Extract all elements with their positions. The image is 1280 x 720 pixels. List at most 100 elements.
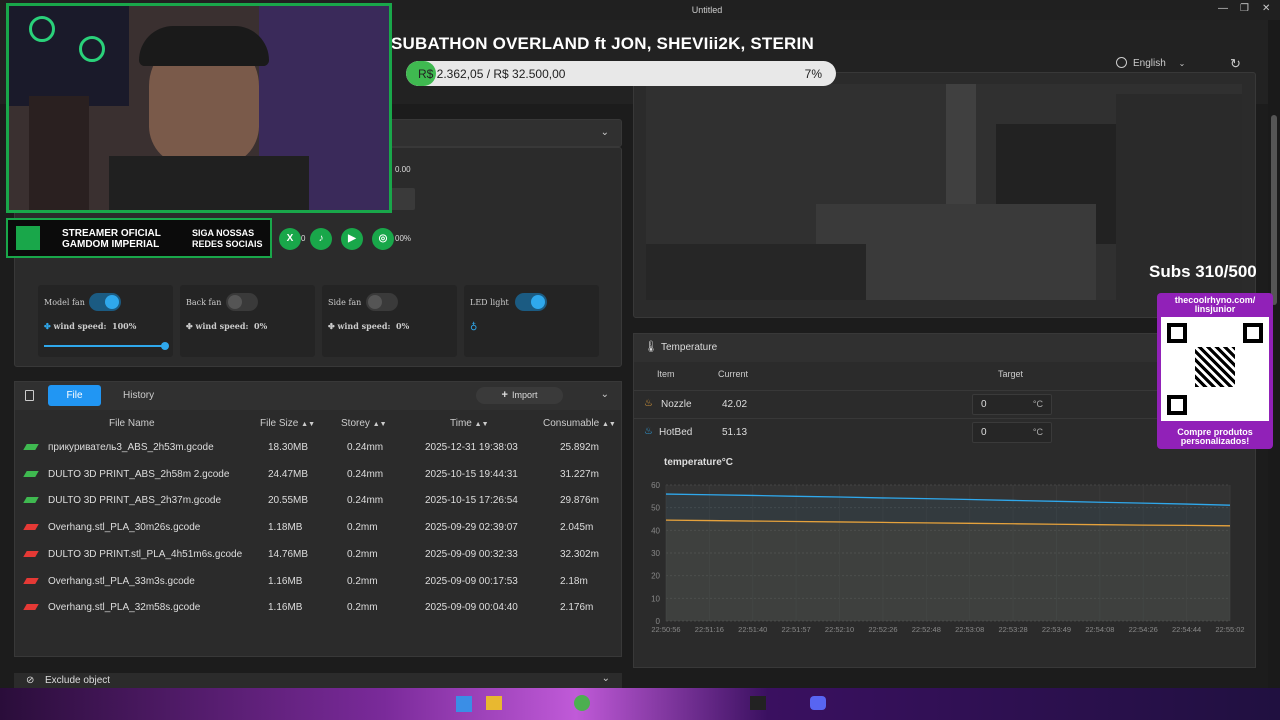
x-tick-label: 22:52:26	[868, 625, 897, 634]
x-tick-label: 22:53:28	[998, 625, 1027, 634]
x-icon: X	[279, 228, 301, 250]
instagram-icon: ◎	[372, 228, 394, 250]
file-time: 2025-10-15 19:44:31	[425, 468, 518, 480]
led-light-card: LED light ♁	[464, 285, 599, 357]
sort-icon: ▲▼	[372, 421, 387, 428]
column-item: Item	[657, 369, 675, 379]
file-size: 24.47MB	[268, 468, 309, 480]
y-tick-label: 20	[651, 572, 660, 581]
y-tick-label: 50	[651, 504, 660, 513]
chevron-down-icon[interactable]: ⌄	[601, 127, 609, 138]
file-storey: 0.2mm	[347, 548, 378, 560]
file-storey: 0.24mm	[347, 468, 384, 480]
refresh-icon[interactable]: ↻	[1230, 56, 1241, 72]
banner-line-2: GAMDOM IMPERIAL	[62, 239, 160, 250]
file-size: 1.18MB	[268, 522, 303, 534]
banner-line-4: REDES SOCIAIS	[192, 239, 263, 249]
close-button[interactable]: ✕	[1262, 3, 1270, 14]
chevron-down-icon[interactable]: ⌄	[602, 673, 610, 684]
chevron-down-icon[interactable]: ⌄	[601, 389, 609, 400]
scrollbar-thumb[interactable]	[1271, 115, 1277, 305]
file-name: DULTO 3D PRINT.stl_PLA_4h51m6s.gcode	[48, 548, 243, 560]
model-fan-slider[interactable]	[44, 342, 169, 350]
exclude-object-bar[interactable]: ⊘ Exclude object ⌄	[14, 673, 622, 688]
back-fan-toggle[interactable]	[226, 293, 258, 311]
fan-icon: ✤	[186, 321, 193, 331]
browser-icon[interactable]	[574, 695, 590, 711]
qr-code-icon	[1161, 317, 1269, 421]
tab-file[interactable]: File	[48, 385, 101, 406]
webcam-feed	[6, 3, 392, 213]
led-light-toggle[interactable]	[515, 293, 547, 311]
partial-value-3: 00%	[395, 234, 412, 243]
sort-icon: ▲▼	[601, 421, 616, 428]
language-selector[interactable]: English ⌄	[1116, 57, 1185, 69]
windows-start-icon[interactable]	[456, 696, 472, 712]
back-fan-card: Back fan ✤ wind speed: 0%	[180, 285, 315, 357]
x-tick-label: 22:53:49	[1042, 625, 1071, 634]
table-row[interactable]: Overhang.stl_PLA_30m26s.gcode 1.18MB 0.2mm…	[15, 516, 621, 543]
temperature-title: Temperature	[661, 342, 718, 353]
table-row[interactable]: DULTO 3D PRINT_ABS_2h37m.gcode 20.55MB 0.2…	[15, 489, 621, 516]
file-storey: 0.24mm	[347, 442, 384, 453]
file-consumable: 31.227m	[560, 468, 599, 480]
explorer-icon[interactable]	[486, 696, 502, 710]
x-tick-label: 22:51:16	[695, 625, 724, 634]
chart-title: temperature°C	[664, 457, 733, 468]
file-consumable: 29.876m	[560, 495, 599, 507]
table-row[interactable]: Overhang.stl_PLA_33m3s.gcode 1.16MB 0.2mm 2…	[15, 570, 621, 597]
side-fan-toggle[interactable]	[366, 293, 398, 311]
slider-handle[interactable]	[161, 342, 169, 350]
column-header-time[interactable]: Time ▲▼	[450, 418, 489, 429]
hotbed-target-input[interactable]: 0 °C	[972, 422, 1052, 443]
minimize-button[interactable]: —	[1218, 3, 1228, 14]
exclude-icon: ⊘	[26, 675, 35, 686]
fan-icon: ✤	[328, 321, 335, 331]
file-storey: 0.2mm	[347, 575, 378, 587]
column-current: Current	[718, 369, 749, 379]
nozzle-label: Nozzle	[661, 399, 692, 410]
nozzle-current: 42.02	[722, 399, 748, 410]
file-size: 14.76MB	[268, 548, 309, 560]
nozzle-target-input[interactable]: 0 °C	[972, 394, 1052, 415]
file-storey: 0.24mm	[347, 495, 384, 507]
maximize-button[interactable]: ❐	[1240, 3, 1249, 14]
thermometer-icon: 🌡	[644, 341, 658, 353]
terminal-icon[interactable]	[750, 696, 766, 710]
table-row[interactable]: DULTO 3D PRINT_ABS_2h58m 2.gcode 24.47MB 0…	[15, 463, 621, 490]
gcode-file-icon	[23, 470, 39, 477]
column-header-consumable[interactable]: Consumable ▲▼	[543, 418, 616, 429]
column-header-name[interactable]: File Name	[109, 418, 155, 429]
wind-speed-readout: ✤ wind speed: 0%	[328, 321, 410, 331]
file-time: 2025-10-15 17:26:54	[425, 495, 518, 507]
file-size: 18.30MB	[268, 442, 309, 453]
sort-icon: ▲▼	[474, 421, 489, 428]
y-tick-label: 30	[651, 549, 660, 558]
file-storey: 0.2mm	[347, 602, 378, 614]
column-header-storey[interactable]: Storey ▲▼	[341, 418, 387, 429]
file-time: 2025-09-09 00:32:33	[425, 548, 518, 560]
tab-history[interactable]: History	[123, 390, 154, 401]
file-name: Overhang.stl_PLA_32m58s.gcode	[48, 602, 201, 614]
import-button[interactable]: + Import	[476, 387, 563, 404]
taskbar	[0, 688, 1280, 720]
table-row[interactable]: прикуриватель3_ABS_2h53m.gcode 18.30MB 0.2…	[15, 436, 621, 463]
gcode-file-icon	[23, 604, 39, 611]
partial-value-1: 0.00	[395, 165, 411, 174]
gcode-file-icon	[23, 497, 39, 504]
file-name: DULTO 3D PRINT_ABS_2h58m 2.gcode	[48, 468, 230, 480]
table-row[interactable]: DULTO 3D PRINT.stl_PLA_4h51m6s.gcode 14.7…	[15, 543, 621, 570]
model-fan-toggle[interactable]	[89, 293, 121, 311]
partial-value-2: 0	[301, 234, 306, 243]
column-header-size[interactable]: File Size ▲▼	[260, 418, 315, 429]
table-row[interactable]: Overhang.stl_PLA_32m58s.gcode 1.16MB 0.2mm…	[15, 596, 621, 623]
x-tick-label: 22:51:57	[782, 625, 811, 634]
gamdom-logo-icon	[16, 226, 40, 250]
gcode-file-icon	[23, 444, 39, 450]
led-light-label: LED light	[470, 298, 509, 307]
banner-line-1: STREAMER OFICIAL	[62, 228, 161, 239]
youtube-icon: ▶	[341, 228, 363, 250]
discord-icon[interactable]	[810, 696, 826, 710]
file-consumable: 2.18m	[560, 575, 588, 587]
gcode-file-icon	[23, 550, 39, 557]
